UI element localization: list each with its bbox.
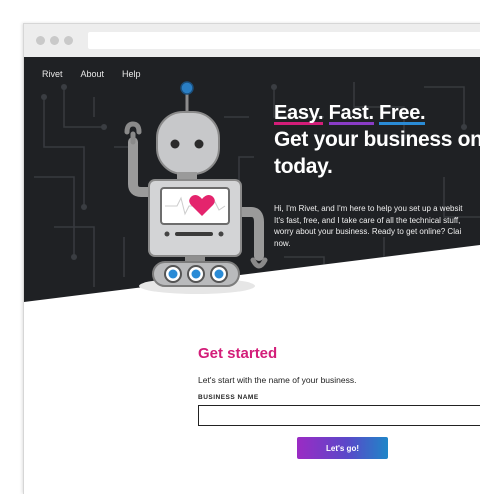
get-started-button[interactable]: Get started	[372, 269, 463, 291]
browser-window: Rivet About Help Easy. Fast. Free. Get y…	[23, 23, 480, 494]
window-maximize-dot[interactable]	[64, 36, 73, 45]
lets-go-button[interactable]: Let's go!	[297, 437, 388, 459]
tagline-free: Free.	[379, 102, 426, 125]
business-name-label: BUSINESS NAME	[198, 394, 259, 401]
nav-item-about[interactable]: About	[81, 69, 105, 79]
hero-tagline: Easy. Fast. Free.	[274, 101, 480, 125]
business-name-input[interactable]	[198, 405, 480, 426]
hero-title-line1: Get your business onli	[274, 128, 480, 151]
window-close-dot[interactable]	[36, 36, 45, 45]
tagline-fast: Fast.	[328, 102, 374, 125]
address-bar[interactable]	[88, 32, 480, 49]
hero-title-line2: today.	[274, 155, 333, 178]
robot-mascot-illustration	[124, 81, 268, 294]
hero-headline: Easy. Fast. Free. Get your business onli…	[274, 101, 480, 179]
tagline-easy: Easy.	[274, 102, 324, 125]
window-minimize-dot[interactable]	[50, 36, 59, 45]
browser-chrome	[24, 24, 480, 58]
nav-item-rivet[interactable]: Rivet	[42, 69, 63, 79]
form-title: Get started	[198, 345, 278, 362]
form-subtitle: Let's start with the name of your busine…	[198, 375, 357, 385]
hero-intro-text: Hi, I'm Rivet, and I'm here to help you …	[274, 204, 463, 248]
